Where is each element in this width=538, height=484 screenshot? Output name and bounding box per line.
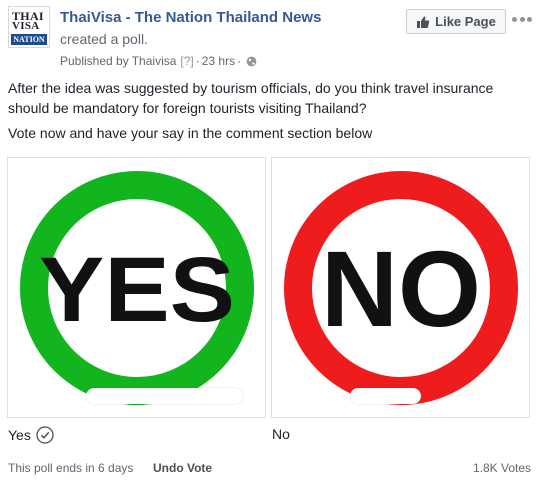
poll-option-yes[interactable]: YES 69% xyxy=(7,157,266,418)
yes-percent: 69% xyxy=(21,380,68,406)
check-circle-icon xyxy=(36,426,54,444)
meta-separator: · xyxy=(237,54,242,68)
logo-text-line2: VISA xyxy=(12,20,40,32)
yes-result-bar xyxy=(86,388,243,404)
poll-option-no-label[interactable]: No xyxy=(272,426,290,442)
no-label-text: No xyxy=(272,426,290,442)
poll-question: After the idea was suggested by tourism … xyxy=(8,80,494,116)
no-percent: 31% xyxy=(285,380,332,406)
poll-option-yes-label[interactable]: Yes xyxy=(8,426,54,444)
no-image: NO xyxy=(284,171,518,405)
undo-vote-link[interactable]: Undo Vote xyxy=(153,461,212,475)
poll-call-to-action: Vote now and have your say in the commen… xyxy=(8,125,373,141)
like-page-button[interactable]: Like Page xyxy=(406,9,506,34)
vote-count[interactable]: 1.8K Votes xyxy=(473,461,531,475)
logo-text-line3: NATION xyxy=(11,34,47,45)
like-page-label: Like Page xyxy=(435,14,496,29)
yes-label-text: Yes xyxy=(8,427,31,443)
yes-image: YES xyxy=(20,171,254,405)
no-result-bar xyxy=(350,388,421,404)
post-meta: Published by Thaivisa [?] · 23 hrs · xyxy=(60,54,257,68)
no-image-text: NO xyxy=(321,228,481,349)
page-name-link[interactable]: ThaiVisa - The Nation Thailand News xyxy=(60,9,321,26)
post-timestamp[interactable]: 23 hrs xyxy=(202,54,235,68)
yes-image-text: YES xyxy=(39,239,235,341)
thumbs-up-icon xyxy=(417,16,430,28)
meta-separator: · xyxy=(195,54,200,68)
page-logo[interactable]: THAI VISA NATION xyxy=(8,6,50,48)
publisher-info-badge[interactable]: [?] xyxy=(180,54,193,68)
poll-post: THAI VISA NATION ThaiVisa - The Nation T… xyxy=(0,0,538,484)
globe-icon[interactable] xyxy=(246,56,257,67)
poll-option-no[interactable]: NO 31% xyxy=(271,157,530,418)
poll-ends-text: This poll ends in 6 days xyxy=(8,461,134,475)
post-action-text: created a poll. xyxy=(60,31,148,47)
more-options-icon[interactable] xyxy=(512,14,532,24)
published-by-label: Published by xyxy=(60,54,129,68)
publisher-link[interactable]: Thaivisa xyxy=(132,54,177,68)
